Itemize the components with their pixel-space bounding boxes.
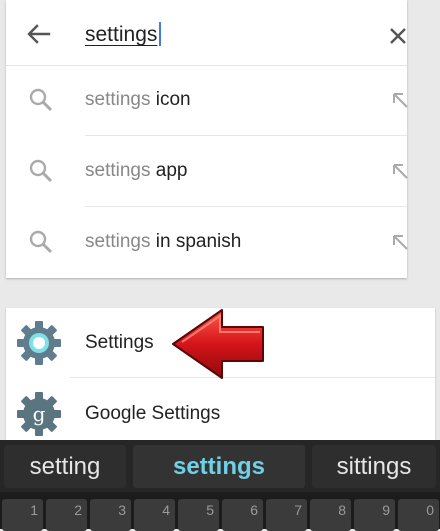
search-icon	[29, 88, 53, 112]
google-settings-gear-icon: g	[17, 392, 61, 436]
key[interactable]: 2	[46, 499, 87, 531]
key[interactable]: 6	[222, 499, 263, 531]
search-bar: settings	[6, 0, 407, 66]
back-arrow-icon[interactable]	[27, 24, 51, 44]
fill-query-arrow-icon[interactable]	[390, 90, 410, 110]
fill-query-arrow-icon[interactable]	[390, 232, 410, 252]
key[interactable]: 8	[310, 499, 351, 531]
keyboard: setting settings sittings 1 2 3 4 5 6 7 …	[0, 440, 440, 531]
svg-text:g: g	[33, 402, 46, 426]
key[interactable]: 9	[354, 499, 395, 531]
search-icon	[29, 230, 53, 254]
result-item-google-settings[interactable]: g Google Settings	[6, 379, 435, 449]
keyboard-suggestion-strip: setting settings sittings	[0, 440, 440, 492]
result-label: Settings	[85, 332, 154, 353]
red-pointer-arrow-icon	[172, 309, 264, 379]
suggestion-text: settings icon	[85, 89, 191, 110]
key[interactable]: 5	[178, 499, 219, 531]
fill-query-arrow-icon[interactable]	[390, 161, 410, 181]
search-icon	[29, 159, 53, 183]
key[interactable]: 0	[398, 499, 439, 531]
suggestion-text: settings app	[85, 160, 188, 181]
search-input[interactable]: settings	[85, 22, 162, 47]
suggestion-item[interactable]: settings in spanish	[6, 208, 410, 278]
keyboard-suggestion-primary[interactable]: settings	[133, 445, 305, 488]
suggestion-item[interactable]: settings app	[6, 137, 410, 207]
clear-icon[interactable]	[389, 27, 407, 45]
settings-gear-icon	[17, 321, 61, 365]
key[interactable]: 3	[90, 499, 131, 531]
keyboard-suggestion[interactable]: sittings	[312, 445, 436, 488]
search-query: settings	[85, 23, 158, 46]
search-suggestions-card: settings settings icon settings app sett…	[6, 0, 410, 278]
text-cursor	[159, 22, 162, 46]
keyboard-suggestion[interactable]: setting	[4, 445, 126, 488]
keyboard-top-row: 1 2 3 4 5 6 7 8 9 0	[0, 495, 440, 531]
suggestion-text: settings in spanish	[85, 231, 242, 252]
result-label: Google Settings	[85, 403, 221, 424]
suggestion-item[interactable]: settings icon	[6, 66, 410, 136]
key[interactable]: 4	[134, 499, 175, 531]
key[interactable]: 1	[2, 499, 43, 531]
key[interactable]: 7	[266, 499, 307, 531]
divider	[85, 135, 407, 136]
divider	[85, 206, 407, 207]
